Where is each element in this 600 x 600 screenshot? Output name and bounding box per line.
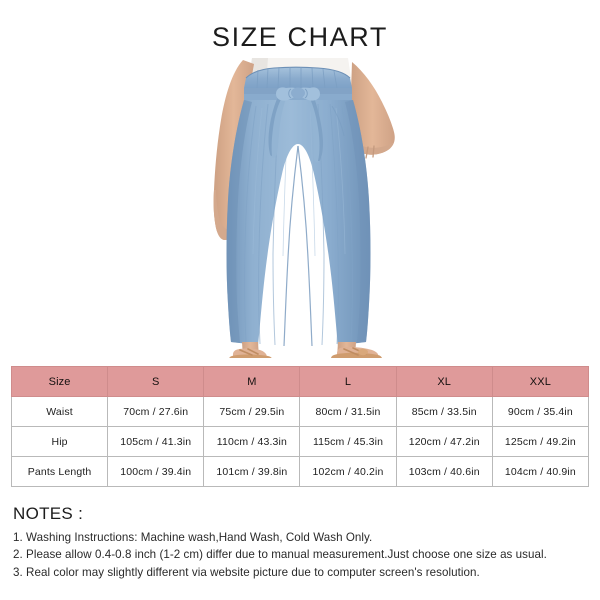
cell-waist-xl: 85cm / 33.5in <box>395 396 493 427</box>
size-chart-table: Size S M L XL XXL Waist 70cm / 27.6in 75… <box>10 366 590 487</box>
note-line-1: 1. Washing Instructions: Machine wash,Ha… <box>13 530 373 544</box>
cell-waist-xxl: 90cm / 35.4in <box>491 396 590 427</box>
product-photo-wide-leg-pants <box>0 58 600 358</box>
cell-waist-l: 80cm / 31.5in <box>299 396 397 427</box>
notes-heading: NOTES : <box>13 504 84 523</box>
size-chart-table-container: Size S M L XL XXL Waist 70cm / 27.6in 75… <box>10 366 590 487</box>
note-line-2: 2. Please allow 0.4-0.8 inch (1-2 cm) di… <box>13 548 547 562</box>
table-row: Hip 105cm / 41.3in 110cm / 43.3in 115cm … <box>10 426 590 457</box>
cell-hip-xl: 120cm / 47.2in <box>395 426 493 457</box>
cell-hip-m: 110cm / 43.3in <box>203 426 301 457</box>
row-label-waist: Waist <box>10 396 109 427</box>
table-header-cell-xxl: XXL <box>491 366 590 397</box>
cell-waist-m: 75cm / 29.5in <box>203 396 301 427</box>
cell-pants-length-m: 101cm / 39.8in <box>203 456 301 487</box>
row-label-hip: Hip <box>10 426 109 457</box>
table-header-row: Size S M L XL XXL <box>10 366 590 397</box>
cell-pants-length-xl: 103cm / 40.6in <box>395 456 493 487</box>
table-header-cell-l: L <box>299 366 397 397</box>
table-header-cell-s: S <box>107 366 205 397</box>
table-row: Pants Length 100cm / 39.4in 101cm / 39.8… <box>10 456 590 487</box>
cell-pants-length-s: 100cm / 39.4in <box>107 456 205 487</box>
row-label-pants-length: Pants Length <box>10 456 109 487</box>
cell-hip-xxl: 125cm / 49.2in <box>491 426 590 457</box>
page-title: SIZE CHART <box>211 22 389 52</box>
table-header-cell-size: Size <box>10 366 109 397</box>
cell-pants-length-l: 102cm / 40.2in <box>299 456 397 487</box>
cell-waist-s: 70cm / 27.6in <box>107 396 205 427</box>
notes-section: NOTES : 1. Washing Instructions: Machine… <box>13 504 593 581</box>
cell-hip-l: 115cm / 45.3in <box>299 426 397 457</box>
cell-hip-s: 105cm / 41.3in <box>107 426 205 457</box>
cell-pants-length-xxl: 104cm / 40.9in <box>491 456 590 487</box>
table-header-cell-xl: XL <box>395 366 493 397</box>
table-row: Waist 70cm / 27.6in 75cm / 29.5in 80cm /… <box>10 396 590 427</box>
note-line-3: 3. Real color may slightly different via… <box>13 565 480 579</box>
table-header-cell-m: M <box>203 366 301 397</box>
